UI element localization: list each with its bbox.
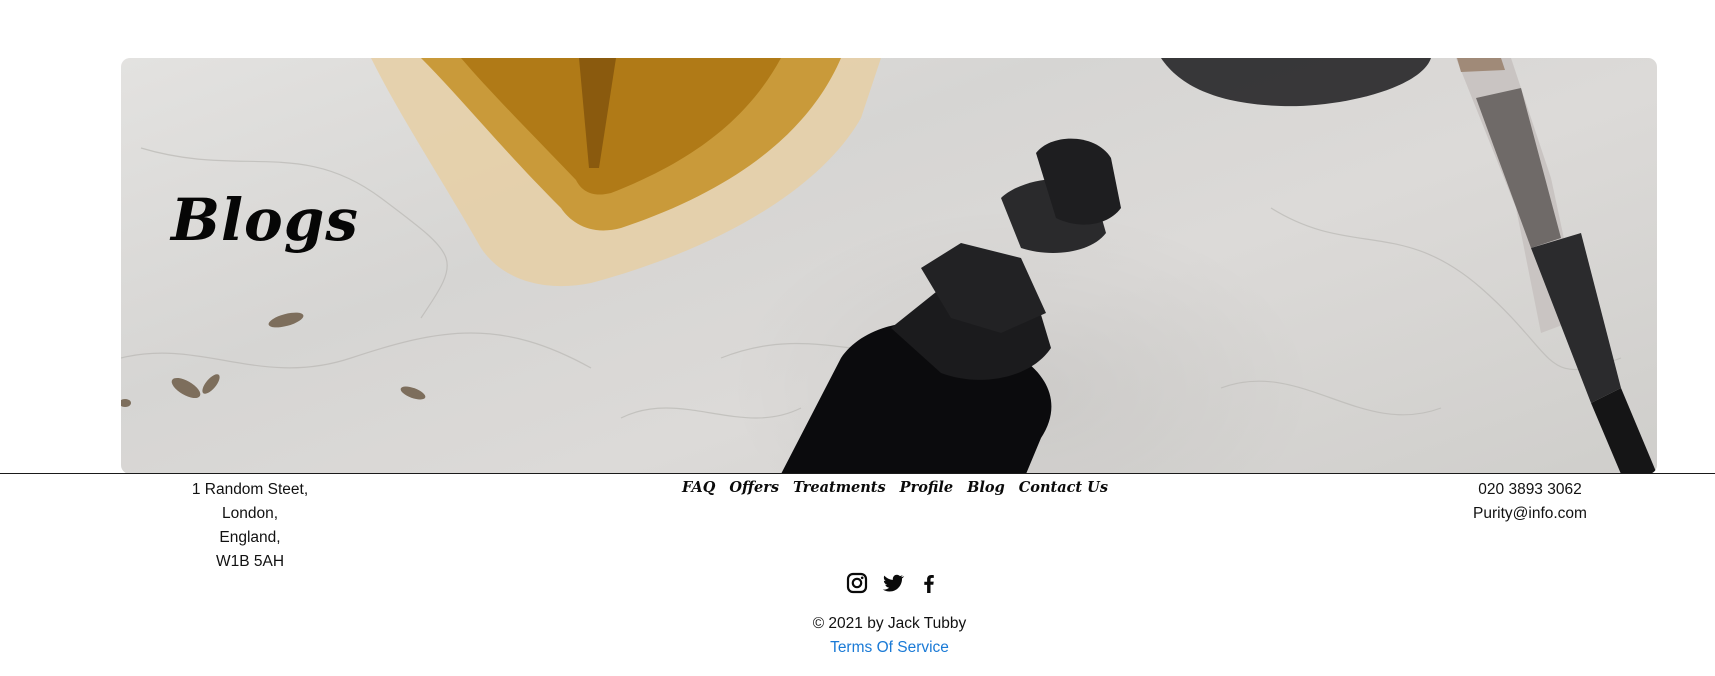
contact-phone: 020 3893 3062	[1478, 481, 1582, 498]
hero-banner: Blogs	[121, 58, 1657, 474]
instagram-icon[interactable]	[845, 571, 869, 595]
nav-link-blog[interactable]: Blog	[967, 478, 1005, 498]
page-title: Blogs	[171, 186, 359, 254]
address-line: W1B 5AH	[215, 553, 285, 570]
footer-contact: 020 3893 3062 Purity@info.com	[1430, 478, 1630, 526]
social-links	[845, 570, 941, 596]
address-line: England,	[219, 529, 281, 546]
address-line: London,	[221, 505, 279, 522]
nav-link-offers[interactable]: Offers	[729, 478, 779, 498]
nav-link-treatments[interactable]: Treatments	[793, 478, 886, 498]
facebook-icon[interactable]	[917, 571, 941, 595]
twitter-icon[interactable]	[881, 571, 905, 595]
nav-link-contact[interactable]: Contact Us	[1019, 478, 1108, 498]
footer-address: 1 Random Steet, London, England, W1B 5AH	[150, 478, 350, 574]
nav-link-profile[interactable]: Profile	[900, 478, 954, 498]
nav-link-faq[interactable]: FAQ	[682, 478, 715, 498]
footer-nav: FAQ Offers Treatments Profile Blog Conta…	[660, 478, 1130, 498]
address-line: 1 Random Steet,	[191, 481, 309, 498]
hero-image	[121, 58, 1657, 474]
contact-email[interactable]: Purity@info.com	[1430, 502, 1630, 526]
terms-link[interactable]: Terms Of Service	[830, 639, 949, 656]
terms-of-service: Terms Of Service	[0, 636, 1715, 660]
footer-divider	[0, 473, 1715, 474]
copyright: © 2021 by Jack Tubby	[812, 615, 967, 632]
